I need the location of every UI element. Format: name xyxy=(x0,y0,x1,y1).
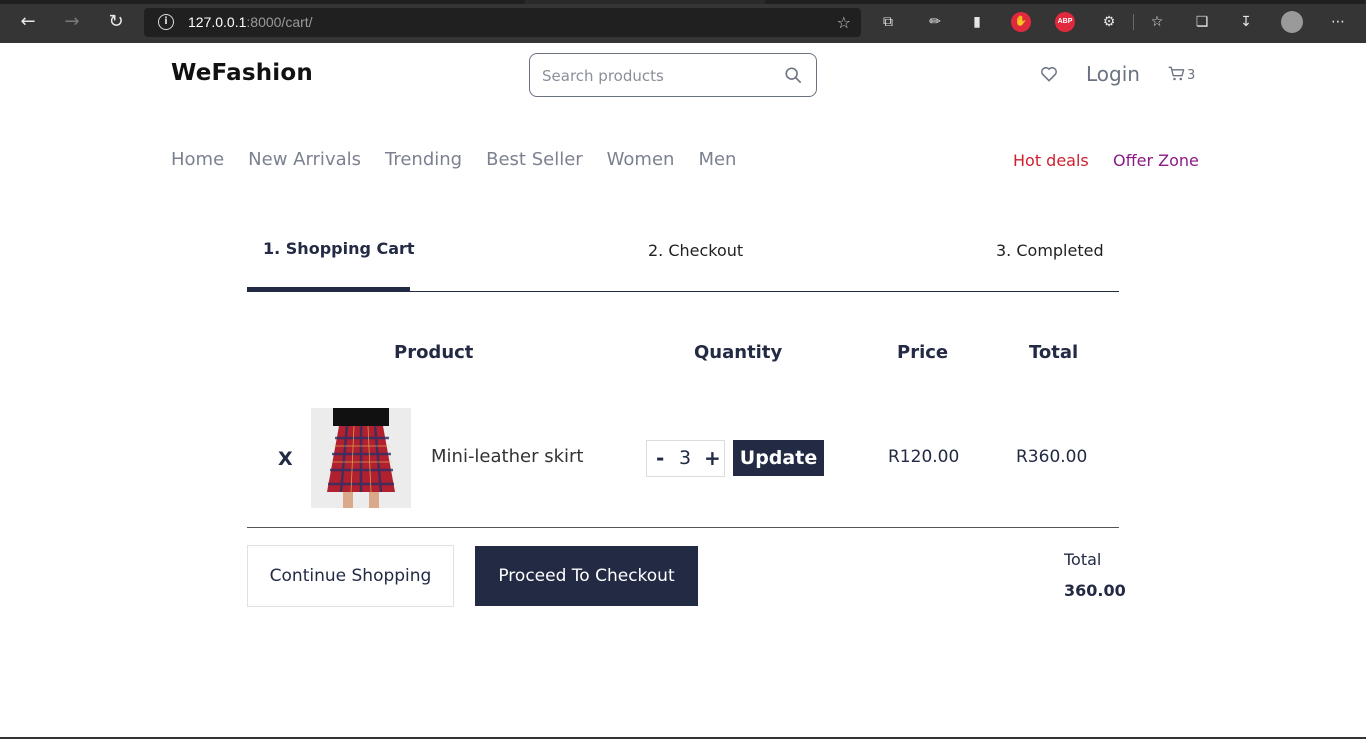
brand-logo[interactable]: WeFashion xyxy=(171,60,313,86)
header-total: Total xyxy=(1029,342,1079,363)
line-total: R360.00 xyxy=(1016,447,1088,467)
site-info-icon[interactable]: i xyxy=(158,14,174,30)
extension-pen-icon[interactable]: ✏ xyxy=(925,12,945,32)
nav-women[interactable]: Women xyxy=(607,149,675,170)
nav-home[interactable]: Home xyxy=(171,149,224,170)
extension-stats-icon[interactable]: ▮ xyxy=(967,12,987,32)
nav-men[interactable]: Men xyxy=(698,149,736,170)
step-shopping-cart[interactable]: 1. Shopping Cart xyxy=(263,239,415,258)
product-thumbnail[interactable] xyxy=(311,408,411,508)
cart-total-label: Total xyxy=(1064,550,1102,569)
tab-other[interactable] xyxy=(765,0,1365,4)
profile-avatar[interactable] xyxy=(1281,11,1303,33)
extensions-puzzle-icon[interactable]: ⚙ xyxy=(1099,12,1119,32)
skirt-image xyxy=(311,408,411,508)
extension-stop-icon[interactable]: ✋ xyxy=(1011,12,1031,32)
browser-toolbar: ← → ↻ i 127.0.0.1:8000/cart/ ☆ ⧉ ✏ ▮ ✋ A… xyxy=(0,0,1366,43)
search-box xyxy=(529,53,817,97)
back-icon[interactable]: ← xyxy=(16,10,40,34)
nav-best-seller[interactable]: Best Seller xyxy=(486,149,583,170)
unit-price: R120.00 xyxy=(888,447,960,467)
step-checkout[interactable]: 2. Checkout xyxy=(648,241,743,260)
cart-icon[interactable] xyxy=(1167,64,1187,84)
add-favorite-icon[interactable]: ☆ xyxy=(837,13,851,32)
search-icon[interactable] xyxy=(784,66,802,84)
decrease-quantity-button[interactable]: - xyxy=(656,446,664,470)
cart-total-value: 360.00 xyxy=(1064,581,1126,600)
login-link[interactable]: Login xyxy=(1086,62,1140,86)
nav-new-arrivals[interactable]: New Arrivals xyxy=(248,149,361,170)
more-menu-icon[interactable]: ⋯ xyxy=(1328,12,1348,32)
quantity-stepper: - 3 + xyxy=(646,440,725,477)
update-button[interactable]: Update xyxy=(733,440,824,476)
nav-trending[interactable]: Trending xyxy=(385,149,462,170)
header-quantity: Quantity xyxy=(694,342,783,363)
offer-zone-link[interactable]: Offer Zone xyxy=(1113,151,1199,170)
forward-icon[interactable]: → xyxy=(60,10,84,34)
remove-item-button[interactable]: X xyxy=(278,448,293,470)
tab-active[interactable] xyxy=(0,0,525,4)
checkout-steps: 1. Shopping Cart 2. Checkout 3. Complete… xyxy=(247,228,1119,292)
proceed-to-checkout-button[interactable]: Proceed To Checkout xyxy=(475,546,698,606)
active-step-indicator xyxy=(247,287,410,291)
address-bar[interactable]: i 127.0.0.1:8000/cart/ ☆ xyxy=(144,8,861,37)
header-price: Price xyxy=(897,342,949,363)
tab-strip xyxy=(0,0,1366,4)
step-completed[interactable]: 3. Completed xyxy=(996,241,1104,260)
refresh-icon[interactable]: ↻ xyxy=(104,10,128,34)
toolbar-divider xyxy=(1133,14,1134,30)
favorites-icon[interactable]: ☆ xyxy=(1147,12,1167,32)
row-divider xyxy=(247,527,1119,528)
url-text[interactable]: 127.0.0.1:8000/cart/ xyxy=(188,14,313,30)
product-name[interactable]: Mini-leather skirt xyxy=(431,446,583,467)
main-nav: Home New Arrivals Trending Best Seller W… xyxy=(171,149,736,170)
collections-icon[interactable]: ❏ xyxy=(1192,12,1212,32)
quantity-value[interactable]: 3 xyxy=(679,447,691,469)
adblock-icon[interactable]: ABP xyxy=(1055,12,1075,32)
increase-quantity-button[interactable]: + xyxy=(704,446,721,470)
extension-copy-icon[interactable]: ⧉ xyxy=(878,12,898,32)
header-product: Product xyxy=(394,342,474,363)
cart-count-badge[interactable]: 3 xyxy=(1187,68,1195,83)
search-input[interactable] xyxy=(542,64,772,88)
hot-deals-link[interactable]: Hot deals xyxy=(1013,151,1089,170)
download-icon[interactable]: ↧ xyxy=(1236,12,1256,32)
continue-shopping-button[interactable]: Continue Shopping xyxy=(247,545,454,607)
wishlist-heart-icon[interactable] xyxy=(1039,64,1059,84)
